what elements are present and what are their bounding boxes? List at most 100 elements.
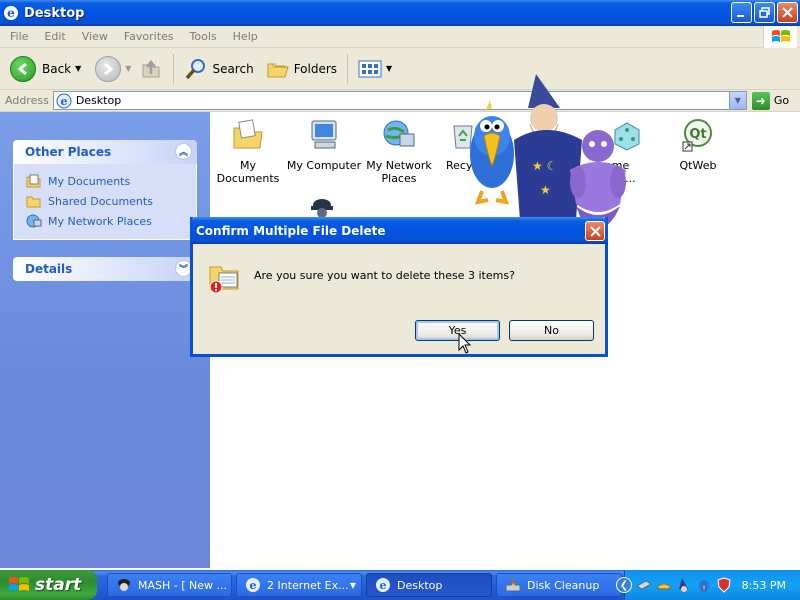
desktop-item-qtweb[interactable]: Qt QtWeb	[658, 118, 738, 172]
window-title: Desktop	[24, 5, 85, 21]
network-places-icon	[383, 120, 415, 147]
up-button[interactable]	[135, 52, 167, 86]
go-label: Go	[773, 94, 790, 107]
clock[interactable]: 8:53 PM	[742, 579, 786, 592]
address-label: Address	[5, 94, 49, 107]
start-button[interactable]: start	[0, 570, 97, 600]
go-arrow-icon: ➜	[751, 91, 770, 110]
svg-text:★ ☾: ★ ☾	[532, 159, 557, 173]
menu-view[interactable]: View	[74, 30, 116, 43]
desktop-item-label: My Network Places	[366, 159, 432, 185]
standard-toolbar: Back ▼ ▼ Search Folders ▼	[0, 48, 800, 90]
toolbar-separator	[173, 53, 175, 84]
parrot-tray-icon[interactable]	[696, 577, 712, 593]
dialog-close-button[interactable]	[585, 221, 605, 241]
menu-file[interactable]: File	[2, 30, 36, 43]
menu-edit[interactable]: Edit	[36, 30, 73, 43]
task-mash[interactable]: MASH - [ New ...	[107, 573, 232, 597]
svg-text:e: e	[60, 95, 67, 108]
minimize-button[interactable]	[731, 2, 752, 23]
network-tray-icon[interactable]	[636, 577, 652, 593]
svg-text:e: e	[250, 579, 257, 592]
windows-flag-icon	[9, 577, 29, 591]
genie-tray-icon[interactable]	[656, 577, 672, 593]
sidebar-item-shared-documents[interactable]: Shared Documents	[26, 191, 196, 211]
restore-button[interactable]	[754, 2, 775, 23]
mash-icon	[118, 579, 130, 591]
dialog-title: Confirm Multiple File Delete	[196, 223, 386, 238]
network-places-icon	[26, 214, 42, 228]
back-button[interactable]: Back ▼	[6, 52, 85, 86]
detective-agent-icon	[311, 199, 333, 218]
desktop-item-label: QtWeb	[679, 159, 717, 172]
minimize-icon	[737, 15, 744, 17]
desktop-item-my-network-places[interactable]: My Network Places	[359, 118, 439, 185]
task-internet-explorer[interactable]: e 2 Internet Ex... ▼	[236, 573, 362, 597]
task-label: 2 Internet Ex...	[267, 578, 349, 592]
start-label: start	[35, 575, 82, 595]
task-label: Desktop	[397, 578, 443, 592]
windows-logo	[763, 26, 797, 48]
task-desktop[interactable]: e Desktop	[366, 573, 492, 597]
menu-help[interactable]: Help	[225, 30, 266, 43]
address-value: Desktop	[75, 94, 122, 107]
system-tray: ❮ 8:53 PM	[616, 570, 800, 600]
desktop-item-my-documents[interactable]: My Documents	[208, 118, 288, 185]
merlin-tray-icon[interactable]	[676, 577, 692, 593]
my-computer-icon	[311, 120, 337, 149]
back-label: Back	[42, 61, 72, 76]
sidebar-item-label: Shared Documents	[48, 194, 153, 208]
views-dropdown-icon: ▼	[386, 64, 393, 73]
search-button[interactable]: Search	[180, 52, 257, 86]
menu-favorites[interactable]: Favorites	[116, 30, 182, 43]
security-shield-icon[interactable]	[716, 577, 732, 593]
search-label: Search	[212, 61, 254, 76]
collapse-chevron-icon[interactable]: ︽	[175, 143, 192, 160]
menu-tools[interactable]: Tools	[182, 30, 225, 43]
window-title-bar[interactable]: e Desktop	[0, 0, 800, 26]
taskbar: start MASH - [ New ... e 2 Internet Ex..…	[0, 570, 800, 600]
my-documents-icon	[233, 119, 263, 149]
no-button[interactable]: No	[509, 320, 594, 341]
group-dropdown-icon: ▼	[349, 580, 356, 590]
show-hidden-icons-chevron-icon[interactable]: ❮	[616, 577, 632, 593]
folders-button[interactable]: Folders	[262, 52, 341, 86]
views-button[interactable]: ▼	[354, 52, 396, 86]
desktop-item-label: My Documents	[216, 159, 280, 185]
other-places-header[interactable]: Other Places ︽	[13, 140, 197, 164]
close-button[interactable]	[777, 2, 798, 23]
back-dropdown-icon[interactable]: ▼	[75, 64, 81, 73]
back-arrow-icon	[10, 55, 36, 82]
task-disk-cleanup[interactable]: Disk Cleanup	[496, 573, 622, 597]
search-icon	[186, 58, 206, 79]
address-dropdown-icon[interactable]: ▼	[728, 92, 746, 109]
sidebar-item-my-network-places[interactable]: My Network Places	[26, 211, 196, 231]
forward-dropdown-icon[interactable]: ▼	[125, 64, 131, 73]
qtweb-icon: Qt	[682, 119, 712, 152]
my-documents-icon	[26, 174, 41, 188]
ie-icon: e	[376, 578, 390, 592]
desktop-item-label: My Computer	[286, 159, 362, 172]
close-icon	[782, 7, 793, 18]
sidebar-item-label: My Network Places	[48, 214, 152, 228]
ie-icon: e	[4, 6, 18, 20]
svg-text:e: e	[7, 6, 15, 20]
go-button[interactable]: ➜ Go	[751, 91, 790, 110]
svg-text:e: e	[380, 579, 387, 592]
details-header[interactable]: Details ︾	[13, 257, 197, 281]
ie-icon: e	[246, 578, 260, 592]
delete-files-warning-icon	[209, 266, 239, 294]
task-label: Disk Cleanup	[527, 578, 600, 592]
sidebar-item-my-documents[interactable]: My Documents	[26, 171, 196, 191]
address-input[interactable]: e Desktop ▼	[52, 91, 747, 110]
forward-button[interactable]: ▼	[91, 52, 135, 86]
desktop-item-my-computer[interactable]: My Computer	[284, 118, 364, 172]
disk-cleanup-icon	[505, 577, 521, 592]
dialog-title-bar[interactable]: Confirm Multiple File Delete	[190, 217, 608, 244]
confirm-delete-dialog: Confirm Multiple File Delete Are you sur…	[190, 217, 608, 357]
task-pane: Other Places ︽ My Documents Shared Docum…	[0, 112, 210, 568]
menu-bar: File Edit View Favorites Tools Help	[0, 26, 800, 48]
restore-icon	[759, 7, 770, 18]
dialog-message: Are you sure you want to delete these 3 …	[254, 269, 515, 282]
toolbar-separator	[347, 53, 349, 84]
